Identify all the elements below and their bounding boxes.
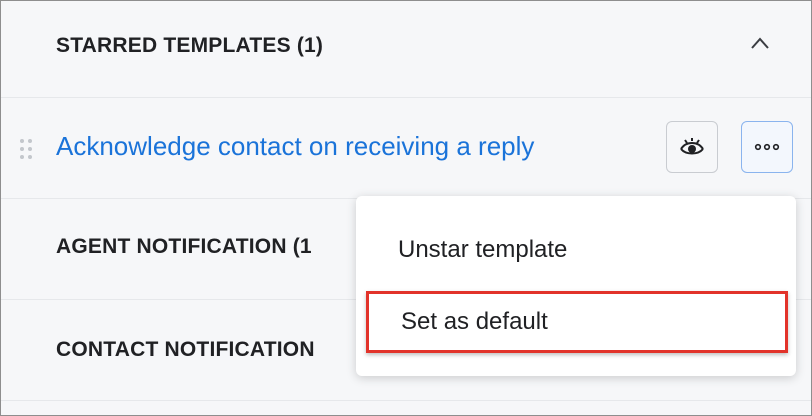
section-title: CONTACT NOTIFICATION [56,338,315,361]
chevron-up-icon[interactable] [751,37,769,49]
template-name-link[interactable]: Acknowledge contact on receiving a reply [56,131,534,162]
section-title: STARRED TEMPLATES (1) [56,34,324,57]
templates-panel: STARRED TEMPLATES (1) Acknowledge contac… [0,0,812,416]
section-starred-templates[interactable]: STARRED TEMPLATES (1) [1,1,811,98]
preview-button[interactable] [666,121,718,173]
more-options-button[interactable] [741,121,793,173]
menu-item-set-as-default[interactable]: Set as default [366,291,788,353]
section-title: AGENT NOTIFICATION (1 [56,235,312,258]
menu-item-unstar-template[interactable]: Unstar template [356,220,796,280]
eye-icon [680,138,704,155]
drag-handle-icon[interactable] [19,138,33,160]
context-menu: Unstar template Set as default [356,196,796,376]
more-horizontal-icon [754,143,780,151]
